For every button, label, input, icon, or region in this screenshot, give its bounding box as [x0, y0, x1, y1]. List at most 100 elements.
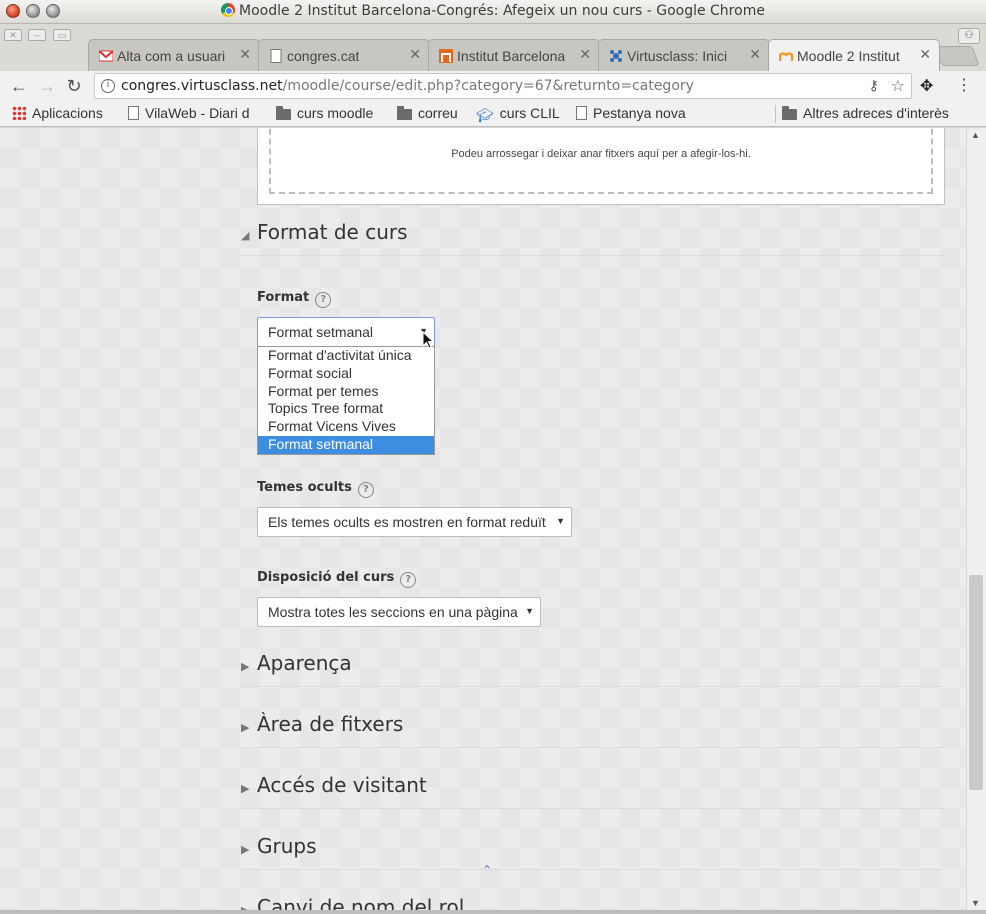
section-grups[interactable]: ▶ Grups	[241, 834, 945, 870]
section-title: Accés de visitant	[257, 773, 427, 797]
bookmark-label: Aplicacions	[32, 105, 103, 121]
bookmark-pestanya-nova[interactable]: Pestanya nova	[576, 105, 686, 121]
tab-label: Institut Barcelona	[457, 48, 566, 64]
graduation-cap-icon: 🎓︎	[476, 107, 494, 123]
window-titlebar: Moodle 2 Institut Barcelona-Congrés: Afe…	[0, 0, 986, 24]
bookmark-star-icon[interactable]: ☆	[891, 76, 905, 96]
course-layout-label-text: Disposició del curs	[257, 570, 395, 585]
menu-icon[interactable]: ⋮	[956, 75, 972, 95]
forward-arrow-icon[interactable]: →	[36, 75, 58, 97]
gmail-icon	[99, 50, 113, 62]
bookmark-label: curs CLIL	[499, 105, 560, 121]
hidden-sections-label-text: Temes ocults	[257, 480, 352, 495]
extension-icon[interactable]: ✥	[920, 76, 933, 96]
tab-strip: ✕ – ▭ ⚇ Alta com a usuari ✕ congres.cat …	[0, 24, 986, 71]
help-icon[interactable]: ?	[357, 482, 374, 498]
format-select-value: Format setmanal	[268, 324, 374, 340]
scrollbar-thumb[interactable]	[969, 575, 983, 790]
section-title: Canvi de nom del rol	[257, 895, 465, 910]
tab-gmail[interactable]: Alta com a usuari ✕	[88, 39, 260, 71]
tab-close-icon[interactable]: ✕	[579, 46, 591, 63]
institut-icon	[439, 49, 453, 63]
collapsed-triangle-icon: ▶	[241, 844, 250, 856]
file-dropzone[interactable]: Podeu arrossegar i deixar anar fitxers a…	[269, 128, 933, 194]
close-icon[interactable]: ✕	[4, 29, 22, 41]
section-aparenca[interactable]: ▶ Aparença	[241, 651, 945, 687]
collapsed-triangle-icon: ▶	[241, 661, 250, 673]
tab-virtusclass[interactable]: Virtusclass: Inici ✕	[598, 39, 770, 71]
url-host: congres.virtusclass.net	[121, 78, 283, 94]
tab-close-icon[interactable]: ✕	[749, 46, 761, 63]
help-icon[interactable]: ?	[400, 572, 417, 588]
bookmark-aplicacions[interactable]: Aplicacions	[12, 105, 103, 121]
folder-icon	[782, 106, 797, 120]
format-option[interactable]: Topics Tree format	[258, 400, 434, 418]
bookmark-vilaweb[interactable]: VilaWeb - Diari d	[128, 105, 250, 121]
tab-close-icon[interactable]: ✕	[919, 46, 931, 63]
tab-institut[interactable]: Institut Barcelona ✕	[428, 39, 600, 71]
tab-moodle[interactable]: Moodle 2 Institut ✕	[768, 39, 940, 71]
page-icon	[128, 106, 139, 120]
window-title-text: Moodle 2 Institut Barcelona-Congrés: Afe…	[239, 3, 765, 19]
collapsed-triangle-icon: ▶	[241, 722, 250, 734]
minimize-icon[interactable]: –	[28, 29, 46, 41]
format-option[interactable]: Format per temes	[258, 383, 434, 401]
restore-icon[interactable]: ▭	[53, 29, 71, 41]
tab-label: Alta com a usuari	[117, 48, 226, 64]
format-label-text: Format	[257, 290, 310, 305]
expanded-triangle-icon: ◢	[241, 230, 250, 242]
format-option-selected[interactable]: Format setmanal	[258, 435, 434, 454]
section-acces-de-visitant[interactable]: ▶ Accés de visitant	[241, 773, 945, 809]
key-icon[interactable]: ⚷	[869, 77, 879, 94]
section-format-de-curs[interactable]: ◢ Format de curs	[241, 220, 945, 256]
format-option[interactable]: Format Vicens Vives	[258, 418, 434, 436]
section-area-de-fitxers[interactable]: ▶ Àrea de fitxers	[241, 712, 945, 748]
chrome-logo-icon	[221, 3, 236, 17]
chevron-up-icon[interactable]: ⌃	[482, 863, 492, 877]
folder-icon	[276, 106, 291, 120]
tab-congres[interactable]: congres.cat ✕	[258, 39, 430, 71]
bookmark-curs-moodle[interactable]: curs moodle	[276, 105, 373, 121]
folder-icon	[397, 106, 412, 120]
bookmark-label: Altres adreces d'interès	[803, 105, 949, 121]
scroll-down-arrow-icon[interactable]: ▼	[971, 898, 980, 908]
page-icon	[576, 106, 587, 120]
section-canvi-de-nom-del-rol[interactable]: ▶ Canvi de nom del rol	[241, 895, 945, 910]
format-select[interactable]: Format setmanal ▼	[257, 317, 435, 347]
bookmark-label: VilaWeb - Diari d	[145, 105, 250, 121]
virtusclass-icon	[610, 50, 622, 62]
bookmark-altres[interactable]: Altres adreces d'interès	[782, 105, 949, 121]
section-title: Grups	[257, 834, 317, 858]
info-icon[interactable]: i	[101, 79, 115, 93]
bookmarks-bar: Aplicacions VilaWeb - Diari d curs moodl…	[0, 101, 986, 127]
new-tab-button[interactable]	[934, 46, 980, 66]
window-bottom-edge	[0, 910, 986, 914]
mouse-cursor-icon	[422, 331, 434, 349]
hidden-sections-select[interactable]: Els temes ocults es mostren en format re…	[257, 507, 572, 537]
help-icon[interactable]: ?	[315, 292, 332, 308]
dropzone-text: Podeu arrossegar i deixar anar fitxers a…	[451, 148, 751, 160]
course-layout-select[interactable]: Mostra totes les seccions en una pàgina …	[257, 597, 541, 627]
moodle-icon	[779, 52, 793, 61]
collapsed-triangle-icon: ▶	[241, 783, 250, 795]
bookmark-correu[interactable]: correu	[397, 105, 458, 121]
file-dropzone-container: Podeu arrossegar i deixar anar fitxers a…	[257, 128, 945, 205]
profile-icon[interactable]: ⚇	[958, 28, 980, 44]
bookmark-label: correu	[418, 105, 458, 121]
chevron-down-icon: ▼	[525, 606, 534, 616]
tab-label: Virtusclass: Inici	[627, 48, 728, 64]
reload-icon[interactable]: ↻	[63, 75, 85, 97]
tab-close-icon[interactable]: ✕	[409, 46, 421, 63]
window-title: Moodle 2 Institut Barcelona-Congrés: Afe…	[0, 3, 986, 19]
back-arrow-icon[interactable]: ←	[8, 75, 30, 97]
vertical-scrollbar[interactable]: ▲ ▼	[966, 128, 986, 910]
format-label: Format?	[257, 290, 332, 308]
bookmark-curs-clil[interactable]: 🎓︎ curs CLIL	[476, 105, 560, 124]
format-option[interactable]: Format d'activitat única	[258, 347, 434, 365]
scroll-up-arrow-icon[interactable]: ▲	[971, 130, 980, 140]
section-title: Àrea de fitxers	[257, 712, 404, 736]
format-option[interactable]: Format social	[258, 365, 434, 383]
course-layout-label: Disposició del curs?	[257, 570, 417, 588]
address-bar[interactable]: i congres.virtusclass.net/moodle/course/…	[94, 73, 912, 99]
tab-close-icon[interactable]: ✕	[239, 46, 251, 63]
